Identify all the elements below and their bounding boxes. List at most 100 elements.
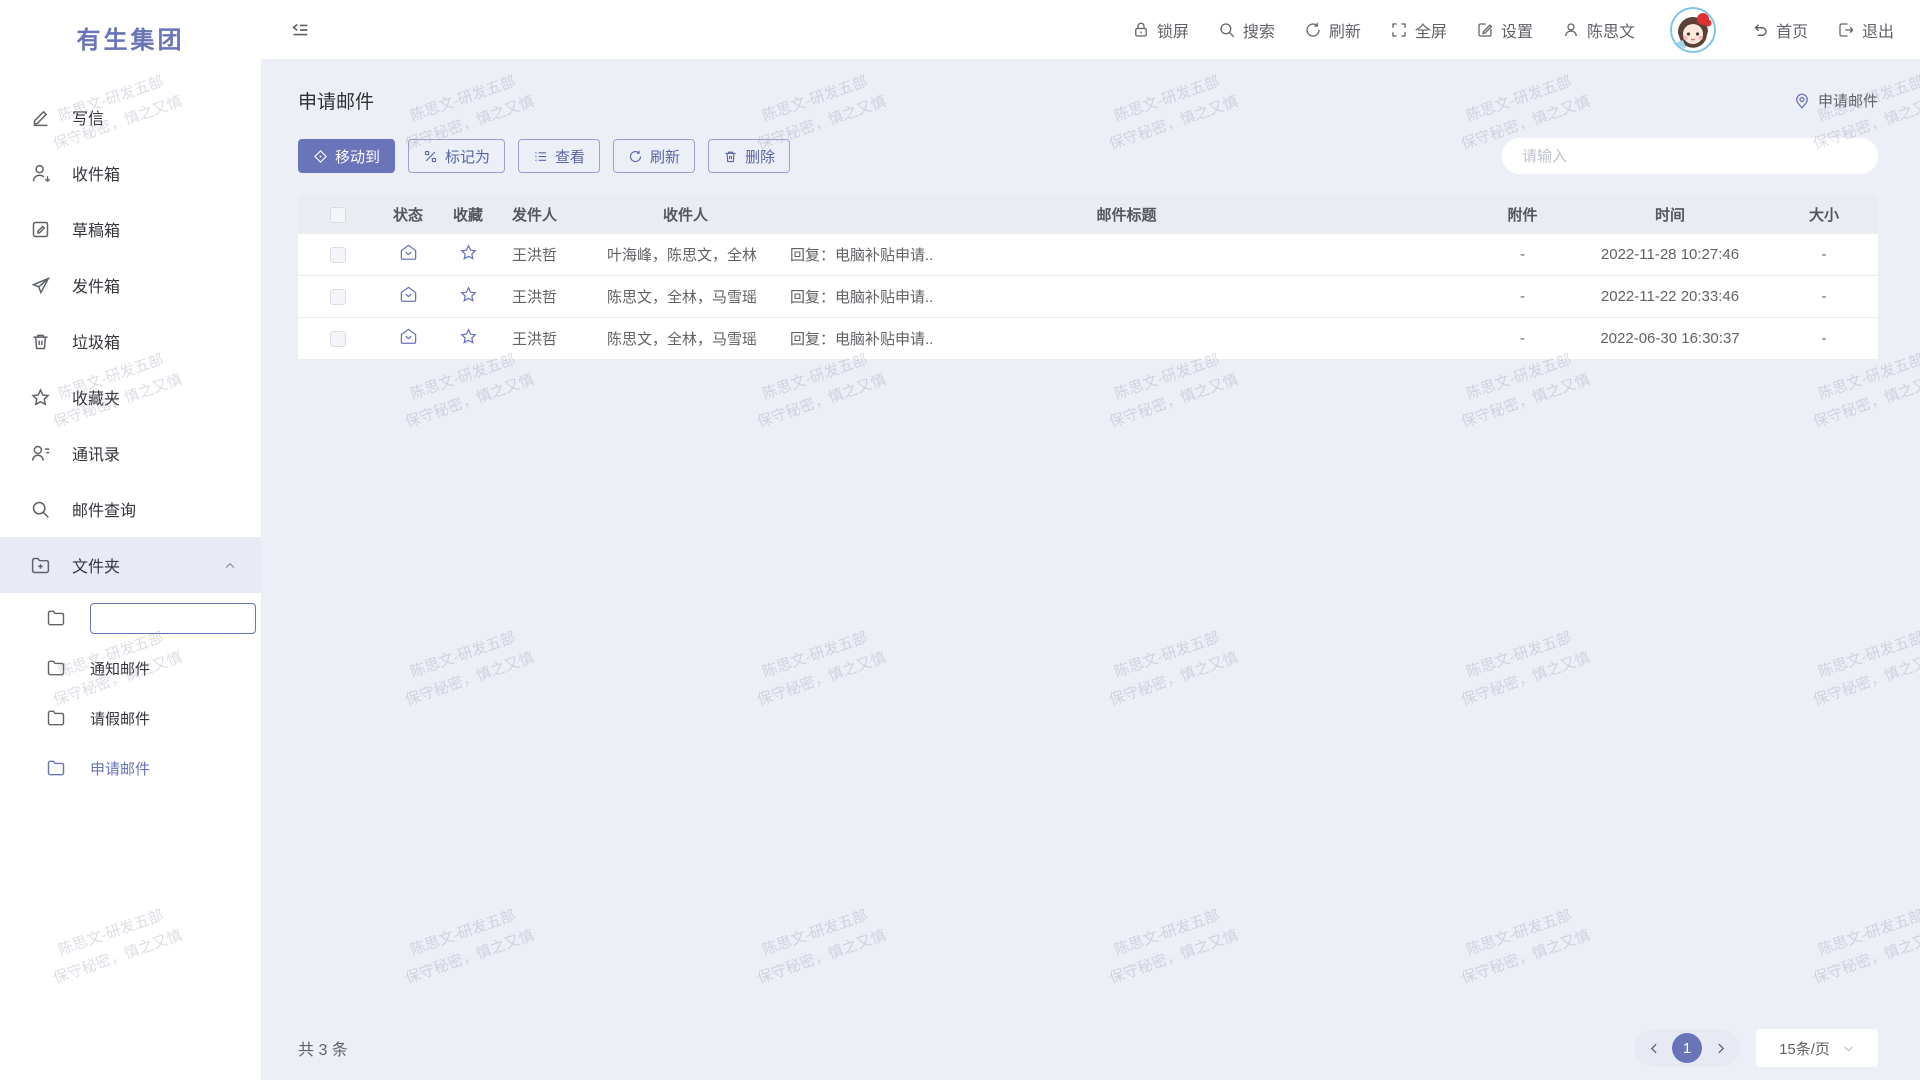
sidebar-item-label: 通讯录 (72, 441, 120, 465)
col-attachment: 附件 (1475, 204, 1570, 225)
folder-icon (46, 708, 66, 728)
folder-label: 请假邮件 (90, 708, 150, 729)
lock-icon (1132, 21, 1150, 39)
sidebar-item-label: 发件箱 (72, 273, 120, 297)
home-button[interactable]: 首页 (1751, 18, 1808, 42)
prev-page-button[interactable] (1646, 1040, 1662, 1056)
pencil-icon (30, 107, 51, 128)
page-pill: 1 (1634, 1029, 1740, 1067)
cell-size: - (1770, 330, 1878, 347)
sidebar-item-compose[interactable]: 写信 (0, 89, 261, 145)
sidebar-item-label: 收件箱 (72, 161, 120, 185)
sidebar-folder-application[interactable]: 申请邮件 (0, 743, 261, 793)
sidebar-item-contacts[interactable]: 通讯录 (0, 425, 261, 481)
sidebar-item-trash[interactable]: 垃圾箱 (0, 313, 261, 369)
folder-label: 申请邮件 (90, 758, 150, 779)
sidebar-folder-notice[interactable]: 通知邮件 (0, 643, 261, 693)
cell-subject[interactable]: 回复：电脑补贴申请.. (778, 328, 1475, 349)
sidebar-item-sent[interactable]: 发件箱 (0, 257, 261, 313)
cell-subject[interactable]: 回复：电脑补贴申请.. (778, 244, 1475, 265)
row-checkbox[interactable] (330, 331, 346, 347)
chevron-down-icon (1842, 1042, 1855, 1055)
move-to-button[interactable]: 移动到 (298, 139, 395, 173)
search-icon (30, 499, 51, 520)
mail-read-icon (399, 285, 418, 304)
page-size-value: 15条/页 (1779, 1038, 1830, 1059)
user-menu[interactable]: 陈思文 (1562, 18, 1635, 42)
sidebar: 有生集团 写信 收件箱 草稿箱 发件箱 (0, 0, 261, 1080)
table-search-input[interactable] (1502, 138, 1878, 174)
sidebar-item-inbox[interactable]: 收件箱 (0, 145, 261, 201)
table-row[interactable]: 王洪哲 陈思文，全林，马雪瑶 回复：电脑补贴申请.. - 2022-11-22 … (298, 276, 1878, 318)
page-title: 申请邮件 (298, 87, 374, 114)
star-icon (30, 387, 51, 408)
cell-size: - (1770, 246, 1878, 263)
send-icon (30, 275, 51, 296)
breadcrumb-label: 申请邮件 (1818, 90, 1878, 111)
page-size-select[interactable]: 15条/页 (1756, 1029, 1878, 1067)
table-footer: 共 3 条 1 15条/页 (261, 1016, 1920, 1080)
cell-size: - (1770, 288, 1878, 305)
cell-attachment: - (1475, 246, 1570, 263)
logout-button[interactable]: 退出 (1837, 18, 1894, 42)
toolbar: 移动到 标记为 查看 刷新 删除 (261, 114, 1920, 174)
col-time: 时间 (1570, 204, 1770, 225)
cell-attachment: - (1475, 330, 1570, 347)
collapse-sidebar-icon[interactable] (289, 19, 311, 41)
table-row[interactable]: 王洪哲 陈思文，全林，马雪瑶 回复：电脑补贴申请.. - 2022-06-30 … (298, 318, 1878, 360)
cell-time: 2022-11-22 20:33:46 (1570, 288, 1770, 305)
draft-icon (30, 219, 51, 240)
global-search-button[interactable]: 搜索 (1218, 18, 1275, 42)
cell-time: 2022-11-28 10:27:46 (1570, 246, 1770, 263)
sidebar-folder-leave[interactable]: 请假邮件 (0, 693, 261, 743)
app-logo: 有生集团 (0, 20, 261, 55)
sidebar-item-drafts[interactable]: 草稿箱 (0, 201, 261, 257)
view-button[interactable]: 查看 (518, 139, 600, 173)
fullscreen-button[interactable]: 全屏 (1390, 18, 1447, 42)
sidebar-item-label: 草稿箱 (72, 217, 120, 241)
trash-icon (30, 331, 51, 352)
total-count: 共 3 条 (298, 1036, 348, 1060)
sidebar-item-label: 写信 (72, 105, 104, 129)
avatar[interactable] (1670, 7, 1716, 53)
settings-button[interactable]: 设置 (1476, 18, 1533, 42)
pagination: 1 15条/页 (1634, 1029, 1878, 1067)
col-recipients: 收件人 (593, 204, 778, 225)
mail-read-icon (399, 243, 418, 262)
folder-icon (46, 658, 66, 678)
trash-icon (723, 149, 738, 164)
sidebar-item-label: 收藏夹 (72, 385, 120, 409)
row-checkbox[interactable] (330, 289, 346, 305)
mail-read-icon (399, 327, 418, 346)
sidebar-item-label: 垃圾箱 (72, 329, 120, 353)
refresh-button[interactable]: 刷新 (1304, 18, 1361, 42)
table-row[interactable]: 王洪哲 叶海峰，陈思文，全林 回复：电脑补贴申请.. - 2022-11-28 … (298, 234, 1878, 276)
select-all-checkbox[interactable] (330, 207, 346, 223)
sidebar-item-folders[interactable]: 文件夹 (0, 537, 261, 593)
favorite-star-icon[interactable] (459, 243, 478, 262)
sidebar-item-mail-search[interactable]: 邮件查询 (0, 481, 261, 537)
delete-button[interactable]: 删除 (708, 139, 790, 173)
new-folder-input[interactable] (90, 603, 256, 634)
cell-sender: 王洪哲 (498, 286, 593, 307)
col-size: 大小 (1770, 204, 1878, 225)
cell-recipients: 叶海峰，陈思文，全林 (593, 244, 778, 265)
next-page-button[interactable] (1712, 1040, 1728, 1056)
lock-screen-button[interactable]: 锁屏 (1132, 18, 1189, 42)
mail-table: 状态 收藏 发件人 收件人 邮件标题 附件 时间 大小 王洪哲 叶海峰，陈思文，… (298, 194, 1878, 360)
favorite-star-icon[interactable] (459, 285, 478, 304)
cell-subject[interactable]: 回复：电脑补贴申请.. (778, 286, 1475, 307)
move-icon (313, 149, 328, 164)
row-checkbox[interactable] (330, 247, 346, 263)
page-number-button[interactable]: 1 (1672, 1033, 1702, 1063)
folder-icon (46, 758, 66, 778)
chevron-up-icon[interactable] (223, 559, 237, 573)
col-favorite: 收藏 (438, 204, 498, 225)
sidebar-item-favorites[interactable]: 收藏夹 (0, 369, 261, 425)
favorite-star-icon[interactable] (459, 327, 478, 346)
cell-time: 2022-06-30 16:30:37 (1570, 330, 1770, 347)
mark-as-button[interactable]: 标记为 (408, 139, 505, 173)
contacts-icon (30, 443, 51, 464)
refresh-list-button[interactable]: 刷新 (613, 139, 695, 173)
refresh-icon (1304, 21, 1322, 39)
